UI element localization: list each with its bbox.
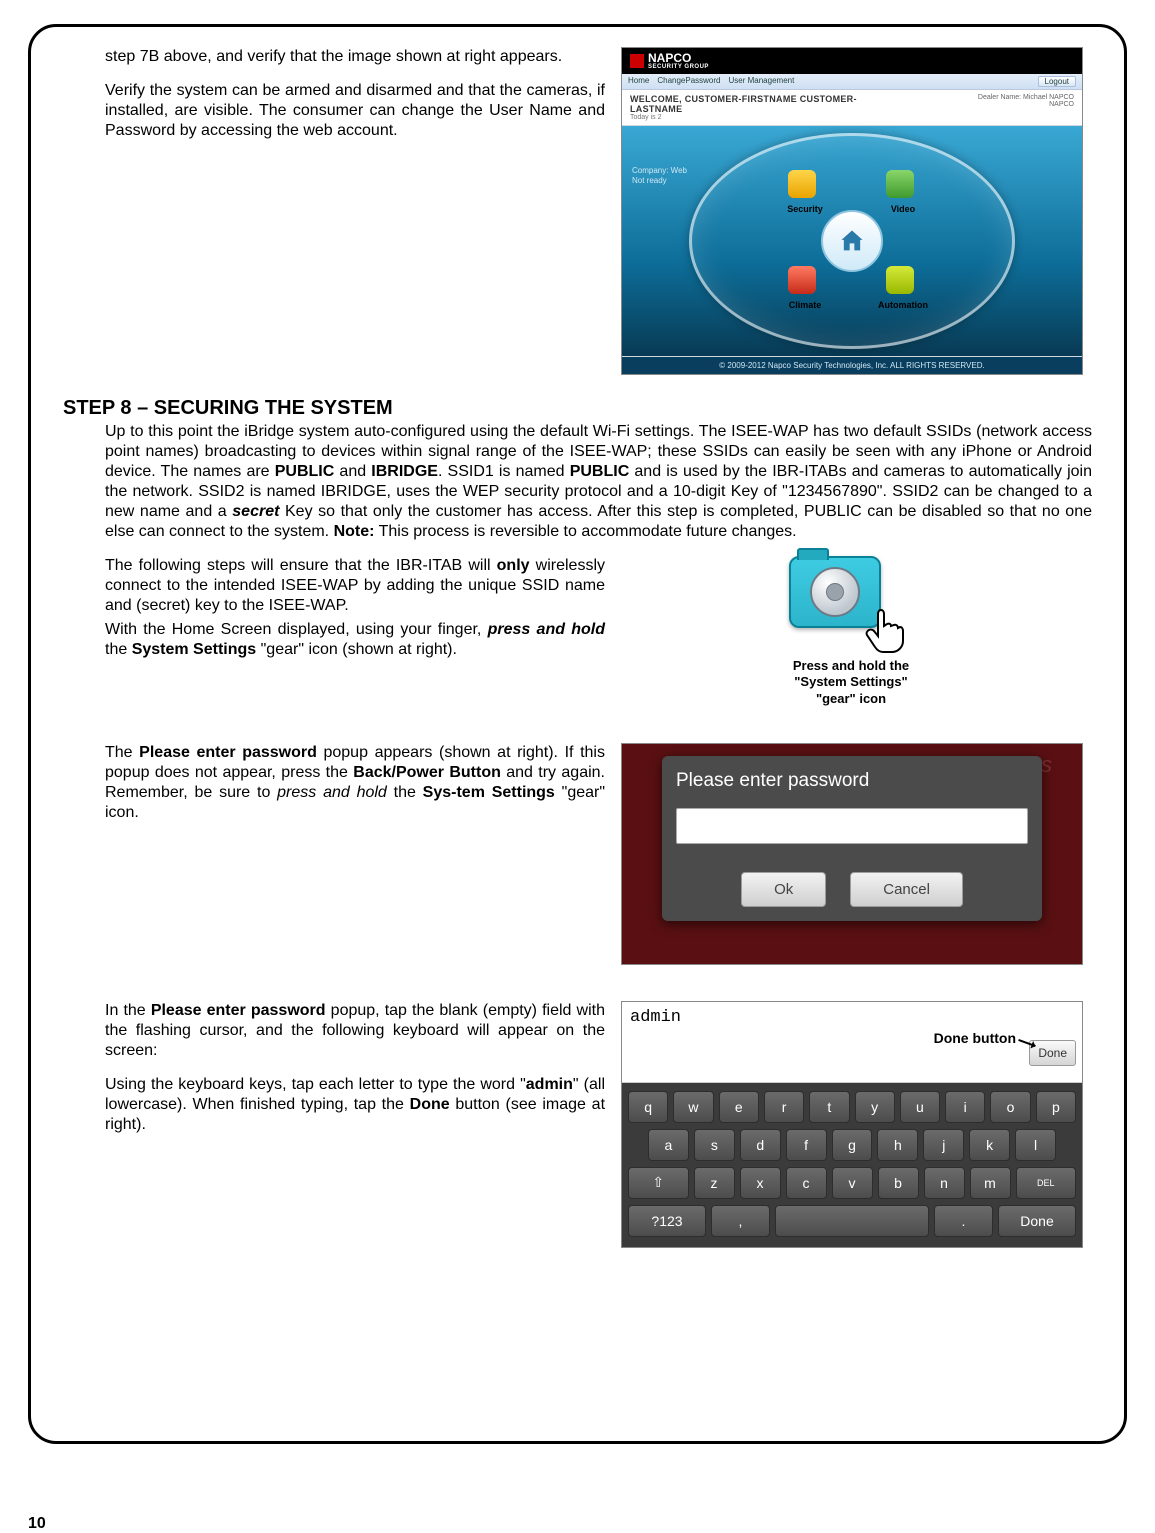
dealer-name: Dealer Name: Michael NAPCO [978,94,1074,101]
logout-button[interactable]: Logout [1038,76,1076,87]
welcome-line1: WELCOME, CUSTOMER-FIRSTNAME CUSTOMER- [630,94,857,104]
keyboard-text: In the Please enter password popup, tap … [105,1001,605,1248]
keyboard-p1: In the Please enter password popup, tap … [105,1001,605,1061]
gear-instruction-figure: Press and hold the "System Settings" "ge… [621,556,1081,707]
key-x[interactable]: x [740,1167,781,1199]
key-a[interactable]: a [648,1129,689,1161]
key-d[interactable]: d [740,1129,781,1161]
key-m[interactable]: m [970,1167,1011,1199]
key-[interactable] [775,1205,929,1237]
nav-home[interactable]: Home [628,76,649,87]
napco-screenshot: NAPCO SECURITY GROUP Home ChangePassword… [621,47,1083,375]
gear-text: The following steps will ensure that the… [105,556,605,707]
napco-logo-mark [630,54,644,68]
intro-p1: step 7B above, and verify that the image… [105,47,605,67]
password-popup: Please enter password Ok Cancel [662,756,1042,921]
password-text: The Please enter password popup appears … [105,743,605,965]
done-annotation: Done button [934,1030,1016,1046]
page-number: 10 [28,1515,46,1533]
key-s[interactable]: s [694,1129,735,1161]
nav-change-password[interactable]: ChangePassword [657,76,720,87]
keyboard-p2: Using the keyboard keys, tap each letter… [105,1075,605,1135]
dealer-company: NAPCO [978,101,1074,108]
key-z[interactable]: z [694,1167,735,1199]
key-f[interactable]: f [786,1129,827,1161]
step8-heading: STEP 8 – SECURING THE SYSTEM [63,397,1092,420]
key-l[interactable]: l [1015,1129,1056,1161]
key-b[interactable]: b [878,1167,919,1199]
keyboard-screenshot: a d m i n Done Done button qwertyuiop asdfgh… [621,1001,1083,1248]
key-w[interactable]: w [673,1091,713,1123]
password-para: The Please enter password popup appears … [105,743,605,823]
key-.[interactable]: . [934,1205,993,1237]
password-input[interactable] [676,808,1028,844]
key-o[interactable]: o [990,1091,1030,1123]
pointing-hand-icon [861,602,917,658]
climate-label: Climate [770,300,840,310]
climate-icon[interactable] [788,266,816,294]
key-p[interactable]: p [1036,1091,1076,1123]
napco-nav-bar: Home ChangePassword User Management Logo… [622,74,1082,90]
automation-icon[interactable] [886,266,914,294]
key-v[interactable]: v [832,1167,873,1199]
ok-button[interactable]: Ok [741,872,826,907]
key-⇧[interactable]: ⇧ [628,1167,689,1199]
today-text: Today is 2 [630,114,857,121]
key-c[interactable]: c [786,1167,827,1199]
key-,[interactable]: , [711,1205,770,1237]
napco-logo: NAPCO SECURITY GROUP [622,48,1082,74]
nav-user-management[interactable]: User Management [729,76,795,87]
security-icon[interactable] [788,170,816,198]
key-e[interactable]: e [719,1091,759,1123]
key-done[interactable]: Done [998,1205,1076,1237]
on-screen-keyboard: qwertyuiop asdfghjkl ⇧zxcvbnmDEL ?123,.D… [622,1083,1082,1247]
gear-p1: The following steps will ensure that the… [105,556,605,616]
gear-icon [810,567,860,617]
security-label: Security [770,204,840,214]
cancel-button[interactable]: Cancel [850,872,963,907]
home-icon[interactable] [821,210,883,272]
key-k[interactable]: k [969,1129,1010,1161]
automation-label: Automation [868,300,938,310]
intro-p2: Verify the system can be armed and disar… [105,81,605,141]
video-label: Video [868,204,938,214]
step8-body: Up to this point the iBridge system auto… [105,422,1092,542]
key-j[interactable]: j [923,1129,964,1161]
password-popup-screenshot: ngs Applications Please enter password O… [621,743,1083,965]
key-i[interactable]: i [945,1091,985,1123]
napco-footer: © 2009-2012 Napco Security Technologies,… [622,357,1082,374]
gear-caption: Press and hold the "System Settings" "ge… [793,658,909,707]
key-n[interactable]: n [924,1167,965,1199]
key-h[interactable]: h [877,1129,918,1161]
key-q[interactable]: q [628,1091,668,1123]
key-y[interactable]: y [855,1091,895,1123]
gear-p2: With the Home Screen displayed, using yo… [105,620,605,660]
key-r[interactable]: r [764,1091,804,1123]
intro-text: step 7B above, and verify that the image… [105,47,605,375]
welcome-line2: LASTNAME [630,104,857,114]
napco-side-status: Company: Web Not ready [632,166,687,187]
key-del[interactable]: DEL [1016,1167,1077,1199]
key-g[interactable]: g [832,1129,873,1161]
password-popup-title: Please enter password [676,770,1028,792]
key-u[interactable]: u [900,1091,940,1123]
key-t[interactable]: t [809,1091,849,1123]
video-icon[interactable] [886,170,914,198]
key-?123[interactable]: ?123 [628,1205,706,1237]
